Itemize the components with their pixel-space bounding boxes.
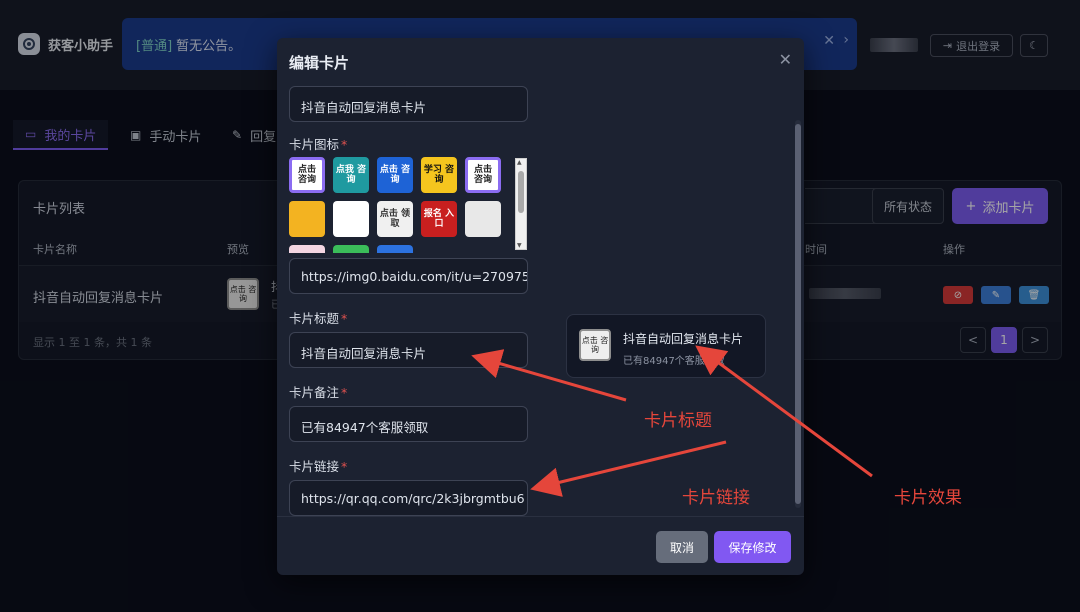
icon-option[interactable]: 点击 咨询 <box>377 157 413 193</box>
title-label: 卡片标题 * <box>289 308 347 327</box>
icon-option[interactable]: 学习 咨询 <box>421 157 457 193</box>
required-mark: * <box>341 137 348 152</box>
card-preview: 点击 咨询 抖音自动回复消息卡片 已有84947个客服领取 <box>566 314 766 378</box>
icon-option-partial[interactable] <box>333 245 369 253</box>
scroll-down-icon[interactable]: ▼ <box>517 242 522 249</box>
annotation-link-note: 卡片链接 <box>682 488 750 508</box>
icon-grid-scrollbar[interactable]: ▲ ▼ <box>515 158 527 250</box>
cancel-button[interactable]: 取消 <box>656 531 708 563</box>
note-label: 卡片备注 * <box>289 382 347 401</box>
save-button[interactable]: 保存修改 <box>714 531 791 563</box>
icon-option-partial[interactable] <box>377 245 413 253</box>
card-title-field[interactable]: 抖音自动回复消息卡片 <box>289 332 528 368</box>
icon-option[interactable]: 点击 咨询 <box>465 157 501 193</box>
icon-picker-grid: 点击 咨询 点我 咨询 点击 咨询 学习 咨询 点击 咨询 点击 领取 报名 入口 <box>289 157 511 253</box>
icon-option[interactable]: 报名 入口 <box>421 201 457 237</box>
icon-option[interactable] <box>289 201 325 237</box>
icon-option-partial[interactable] <box>289 245 325 253</box>
icon-option[interactable] <box>465 201 501 237</box>
preview-subtitle: 已有84947个客服领取 <box>623 356 725 367</box>
note-label-text: 卡片备注 <box>289 385 340 400</box>
card-link-field[interactable]: https://qr.qq.com/qrc/2k3jbrgmtbu6 <box>289 480 528 516</box>
scrollbar-thumb[interactable] <box>518 171 524 213</box>
annotation-title-note: 卡片标题 <box>644 411 712 431</box>
required-mark: * <box>341 311 348 326</box>
required-mark: * <box>341 459 348 474</box>
preview-title: 抖音自动回复消息卡片 <box>623 332 744 346</box>
modal-title: 编辑卡片 <box>289 54 350 72</box>
icon-label: 卡片图标 * <box>289 134 347 153</box>
icon-url-field[interactable]: https://img0.baidu.com/it/u=270975 <box>289 258 528 294</box>
scroll-up-icon[interactable]: ▲ <box>517 159 522 166</box>
icon-option[interactable]: 点击 领取 <box>377 201 413 237</box>
modal-footer: 取消 保存修改 <box>277 516 804 575</box>
modal-scroll-thumb[interactable] <box>795 124 801 504</box>
icon-option[interactable] <box>333 201 369 237</box>
preview-thumb-text: 点击 咨询 <box>581 336 609 354</box>
link-label-text: 卡片链接 <box>289 459 340 474</box>
required-mark: * <box>341 385 348 400</box>
annotation-effect-note: 卡片效果 <box>894 488 962 508</box>
close-icon[interactable]: ✕ <box>779 50 792 69</box>
icon-option[interactable]: 点我 咨询 <box>333 157 369 193</box>
link-label: 卡片链接 * <box>289 456 347 475</box>
icon-option[interactable]: 点击 咨询 <box>289 157 325 193</box>
preview-thumbnail: 点击 咨询 <box>579 329 611 361</box>
card-name-field[interactable]: 抖音自动回复消息卡片 <box>289 86 528 122</box>
icon-label-text: 卡片图标 <box>289 137 340 152</box>
modal-body: 抖音自动回复消息卡片 卡片图标 * 点击 咨询 点我 咨询 点击 咨询 学习 咨询 点击 … <box>277 86 804 516</box>
card-note-field[interactable]: 已有84947个客服领取 <box>289 406 528 442</box>
title-label-text: 卡片标题 <box>289 311 340 326</box>
